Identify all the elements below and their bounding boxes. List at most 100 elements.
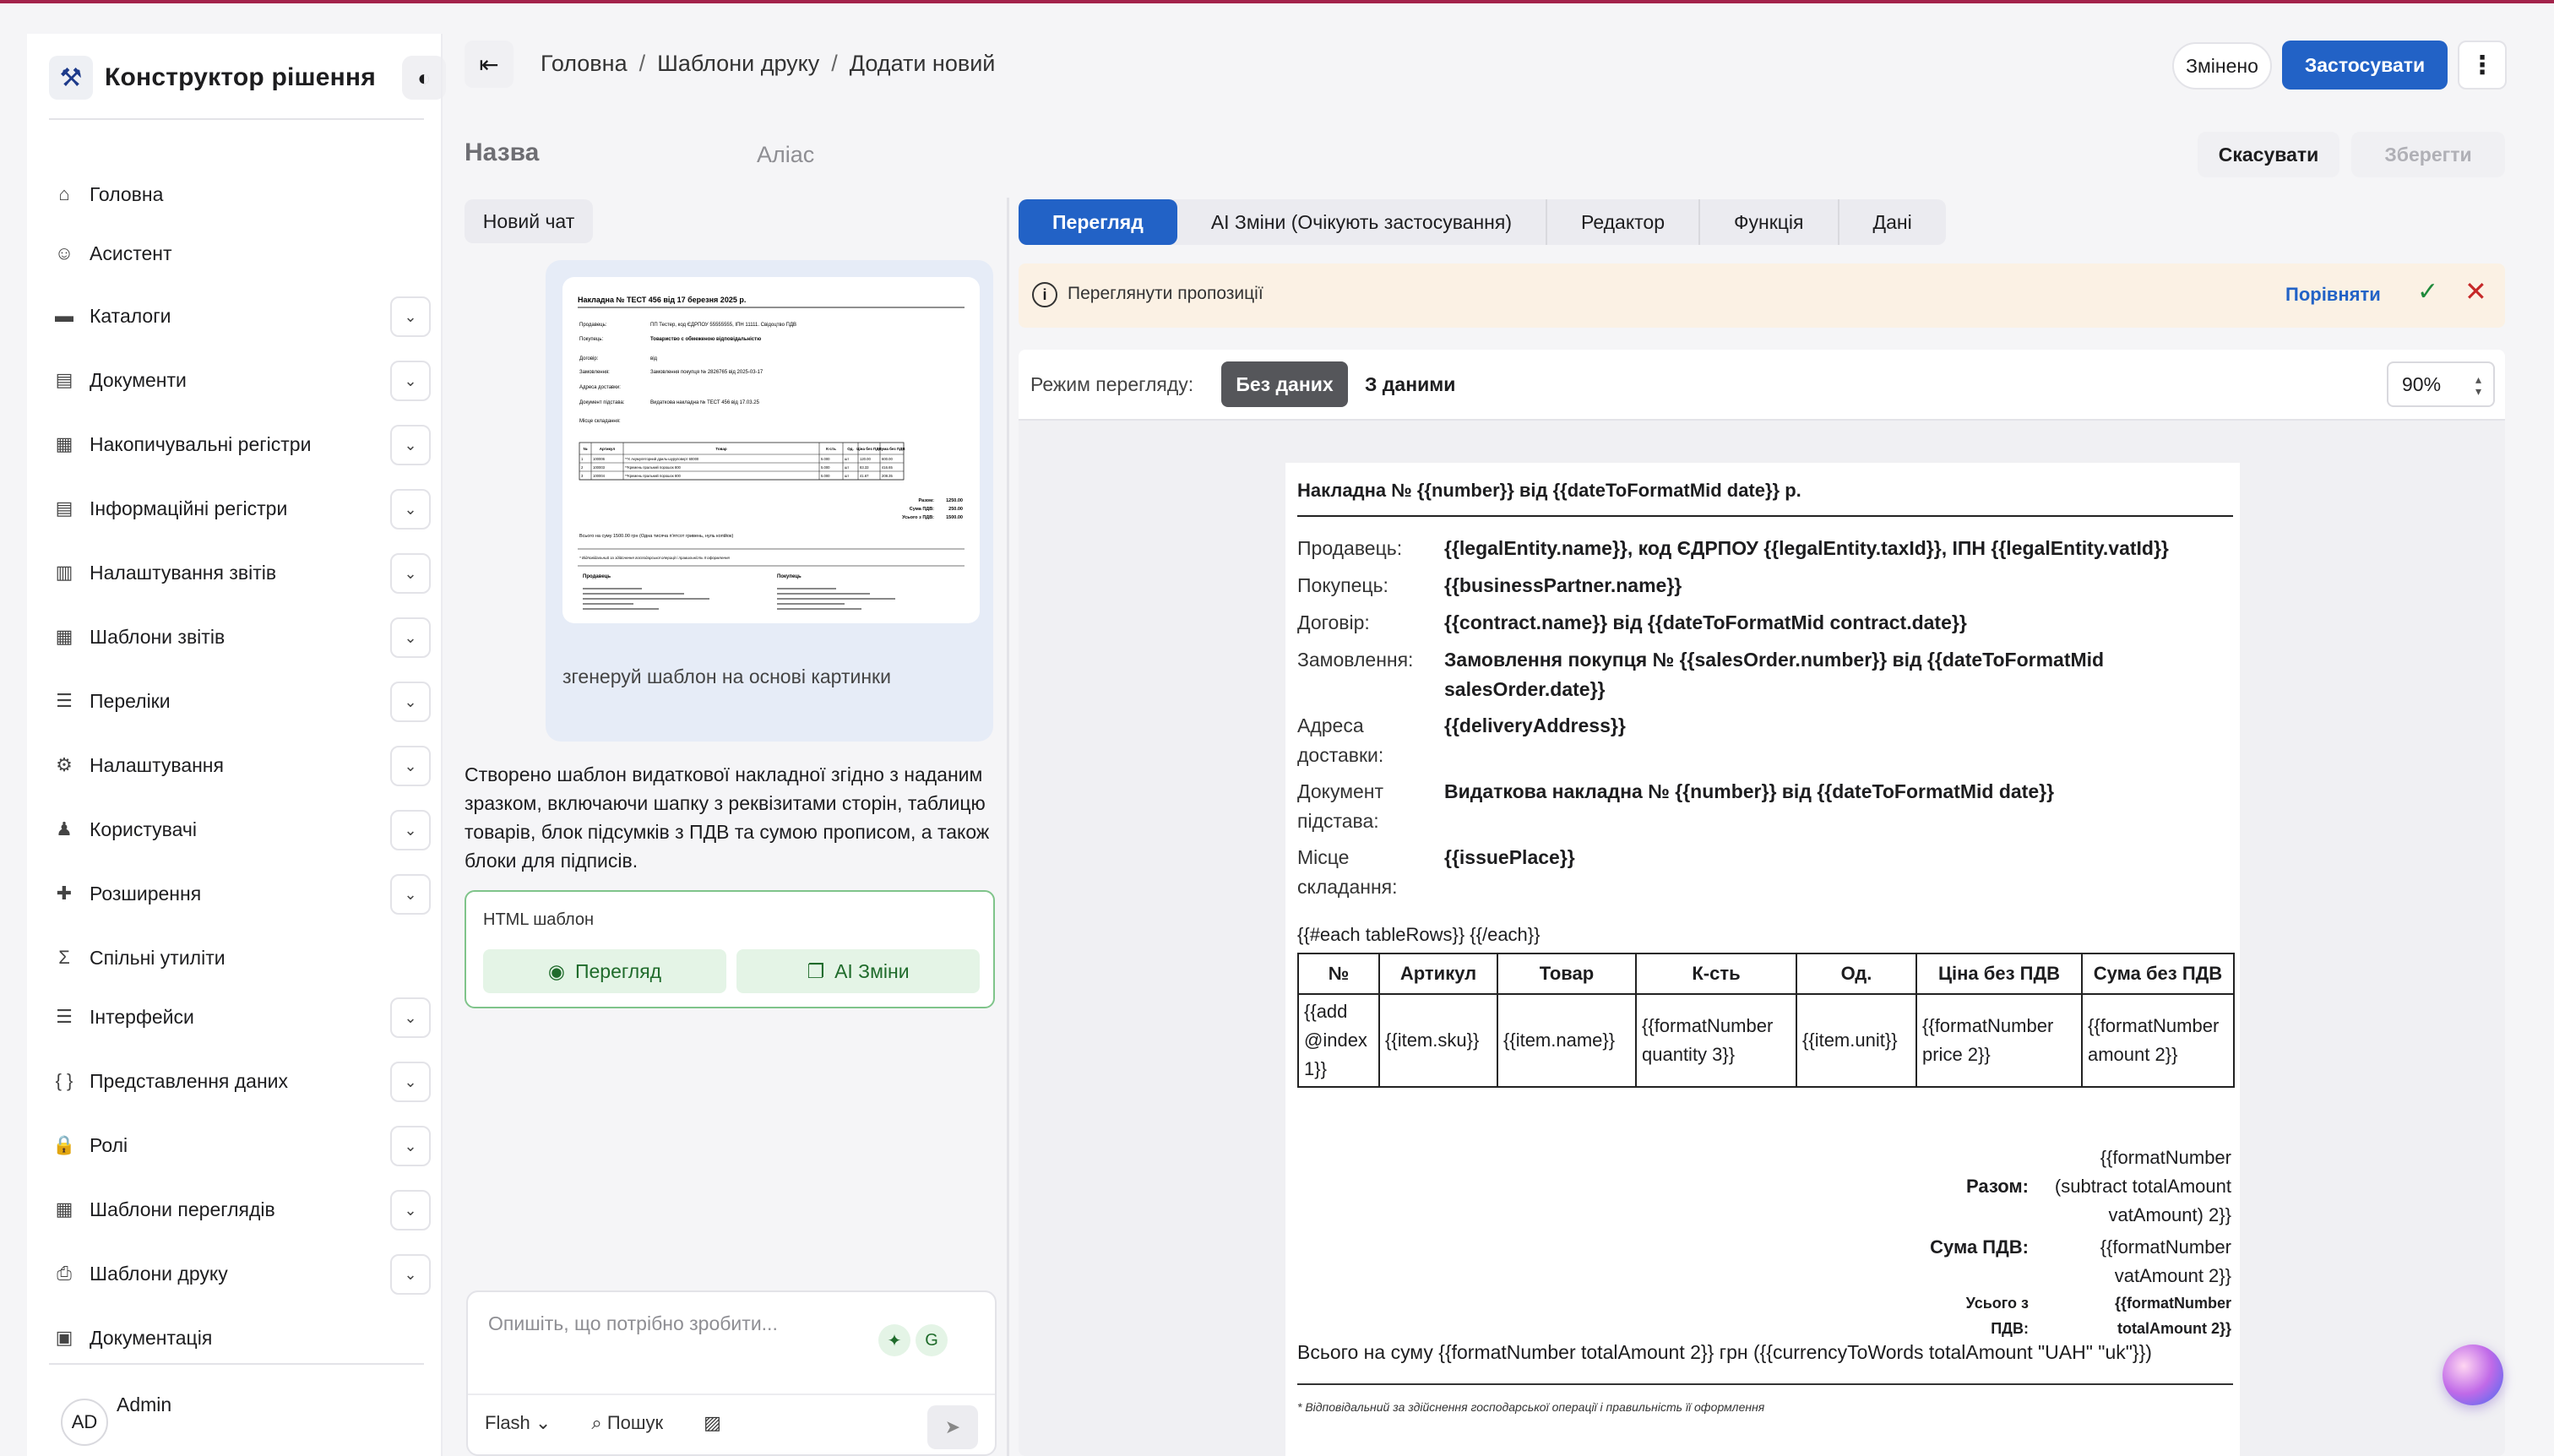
preview-tab[interactable]: Функція [1700, 199, 1839, 245]
preview-tabs: Перегляд AI Зміни (Очікують застосування)… [1019, 199, 1946, 245]
attach-image-icon[interactable]: ▨ [704, 1412, 721, 1434]
chevron-down-icon[interactable]: ⌄ [390, 296, 431, 337]
alert-text: Переглянути пропозиції [1068, 284, 1263, 303]
view-mode-with-data[interactable]: З даними [1365, 373, 1455, 396]
send-button[interactable]: ➤ [927, 1405, 978, 1449]
sidebar-item-icon: { } [55, 1070, 73, 1091]
thumb-header-cell: Артикул [600, 447, 616, 451]
user-message-text: згенеруй шаблон на основі картинки [562, 666, 891, 687]
sidebar-item[interactable]: { } Представлення даних ⌄ [49, 1056, 437, 1106]
collapse-sidebar-button[interactable]: ⇤ [465, 41, 514, 88]
chevron-down-icon[interactable]: ⌄ [390, 810, 431, 850]
chevron-down-icon[interactable]: ⌄ [390, 997, 431, 1038]
sidebar-item[interactable]: ✚ Розширення ⌄ [49, 868, 437, 919]
sidebar-item[interactable]: ☺ Асистент [49, 228, 437, 279]
chevron-down-icon[interactable]: ⌄ [390, 425, 431, 465]
grammar-check-icon[interactable]: G [916, 1324, 948, 1356]
column-divider[interactable] [1007, 198, 1009, 1456]
chevron-down-icon[interactable]: ⌄ [390, 746, 431, 786]
chevron-down-icon[interactable]: ⌄ [390, 361, 431, 401]
sidebar-item[interactable]: ⌂ Головна [49, 169, 437, 220]
reject-close-icon[interactable]: ✕ [2464, 275, 2487, 307]
preview-tab[interactable]: AI Зміни (Очікують застосування) [1177, 199, 1547, 245]
theme-toggle-button[interactable]: ◐ [402, 56, 446, 100]
sidebar-item[interactable]: ⚙ Налаштування ⌄ [49, 740, 437, 790]
chevron-down-icon[interactable]: ⌄ [390, 1062, 431, 1102]
sidebar-item[interactable]: ☰ Інтерфейси ⌄ [49, 991, 437, 1042]
divider [49, 118, 424, 120]
chevron-down-icon[interactable]: ⌄ [390, 874, 431, 915]
each-block-tag: {{#each tableRows}} {{/each}} [1297, 924, 1541, 945]
sidebar-item[interactable]: 🔒 Ролі ⌄ [49, 1120, 437, 1171]
sidebar-item-label: Документація [90, 1326, 213, 1349]
breadcrumb-home[interactable]: Головна [541, 51, 628, 77]
sidebar-item-icon: ▤ [55, 497, 73, 519]
sidebar-item[interactable]: ▦ Накопичувальні регістри ⌄ [49, 419, 437, 470]
thumb-buyer-sign: Покупець [777, 574, 802, 579]
thumb-cell: 600.00 [882, 457, 893, 461]
sidebar-item[interactable]: ▬ Каталоги ⌄ [49, 291, 437, 341]
sidebar-item[interactable]: ♟ Користувачі ⌄ [49, 804, 437, 855]
assistant-message: Створено шаблон видаткової накладної згі… [465, 763, 990, 872]
chevron-down-icon[interactable]: ⌄ [390, 1126, 431, 1166]
sidebar-item[interactable]: ▣ Документація [49, 1312, 437, 1363]
template-preview-button[interactable]: ◉ Перегляд [483, 949, 726, 993]
sidebar-item[interactable]: ▥ Налаштування звітів ⌄ [49, 547, 437, 598]
sidebar-item[interactable]: ☰ Переліки ⌄ [49, 676, 437, 726]
stepper-arrows-icon[interactable]: ▴ ▾ [2475, 373, 2481, 397]
chevron-down-icon[interactable]: ⌄ [390, 617, 431, 658]
sidebar-item-label: Шаблони переглядів [90, 1198, 275, 1220]
sidebar-item-label: Інтерфейси [90, 1005, 194, 1028]
totals-label: Сума ПДВ: [1930, 1236, 2029, 1258]
template-ai-changes-button[interactable]: ❐ AI Зміни [736, 949, 980, 993]
sidebar-item[interactable]: ▤ Інформаційні регістри ⌄ [49, 483, 437, 534]
compare-button[interactable]: Порівняти [2285, 284, 2381, 306]
alias-field[interactable]: Аліас [757, 142, 814, 168]
lightbulb-icon[interactable]: ✦ [878, 1324, 910, 1356]
preview-tab[interactable]: Редактор [1547, 199, 1700, 245]
user-message: Накладна № ТЕСТ 456 від 17 березня 2025 … [546, 260, 993, 742]
save-button[interactable]: Зберегти [2351, 132, 2505, 177]
sidebar-item-icon: ▣ [55, 1327, 73, 1348]
more-options-button[interactable]: ⋮ [2458, 41, 2507, 90]
sidebar-item-label: Головна [90, 182, 164, 205]
sidebar-item[interactable]: ▤ Документи ⌄ [49, 355, 437, 405]
chevron-down-icon[interactable]: ⌄ [390, 489, 431, 530]
doc-field-label: Продавець: [1297, 537, 1403, 559]
new-chat-button[interactable]: Новий чат [465, 199, 593, 243]
chevron-down-icon[interactable]: ⌄ [390, 553, 431, 594]
zoom-stepper[interactable]: 90% ▴ ▾ [2387, 361, 2495, 407]
sidebar-item-label: Накопичувальні регістри [90, 432, 312, 455]
thumb-cell: **Кремень пральний порошок 800 [625, 474, 682, 478]
divider [1297, 1383, 2233, 1385]
attached-image-thumbnail[interactable]: Накладна № ТЕСТ 456 від 17 березня 2025 … [562, 277, 980, 623]
chat-input[interactable] [488, 1312, 877, 1335]
assistant-orb-button[interactable] [2443, 1345, 2503, 1405]
user-profile[interactable]: AD Admin [61, 1394, 171, 1446]
apply-button[interactable]: Застосувати [2282, 41, 2448, 90]
chevron-down-icon[interactable]: ⌄ [390, 1254, 431, 1295]
sidebar-item[interactable]: ▦ Шаблони звітів ⌄ [49, 611, 437, 662]
sidebar-item[interactable]: Σ Спільні утиліти [49, 932, 437, 983]
thumb-sum-words: Всього на суму 1500.00 грн (Одна тисяча … [579, 533, 733, 539]
view-mode-no-data[interactable]: Без даних [1221, 361, 1348, 407]
thumb-cell: **Кремень пральний порошок 800 [625, 465, 682, 470]
sidebar-item[interactable]: ⎙ Шаблони друку ⌄ [49, 1248, 437, 1299]
name-field[interactable]: Назва [465, 139, 539, 167]
model-select[interactable]: Flash ⌄ [485, 1412, 551, 1434]
thumb-cell: шт [845, 465, 849, 470]
html-template-card: HTML шаблон ◉ Перегляд ❐ AI Зміни [465, 890, 995, 1008]
sidebar-item[interactable]: ▦ Шаблони переглядів ⌄ [49, 1184, 437, 1235]
search-toggle[interactable]: ⌕ Пошук [591, 1412, 663, 1434]
chevron-down-icon[interactable]: ⌄ [390, 1190, 431, 1231]
doc-title: Накладна № {{number}} від {{dateToFormat… [1297, 480, 1801, 501]
preview-tab[interactable]: Перегляд [1019, 199, 1177, 245]
sidebar-item-label: Інформаційні регістри [90, 497, 288, 519]
table-cell: {{formatNumber price 2}} [1916, 993, 2083, 1088]
breadcrumb-print-templates[interactable]: Шаблони друку [657, 51, 819, 77]
collapse-menu-icon: ⇤ [479, 51, 499, 78]
preview-tab[interactable]: Дані [1839, 199, 1946, 245]
cancel-button[interactable]: Скасувати [2198, 132, 2339, 177]
chevron-down-icon[interactable]: ⌄ [390, 682, 431, 722]
accept-check-icon[interactable]: ✓ [2417, 277, 2438, 307]
